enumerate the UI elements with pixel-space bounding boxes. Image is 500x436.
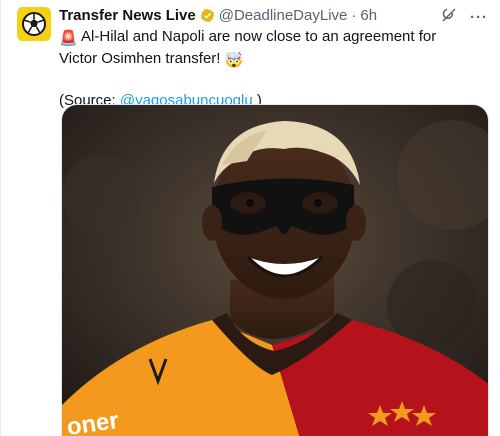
tweet-header: Transfer News Live @DeadlineDayLive · 6h… xyxy=(59,4,488,26)
timestamp[interactable]: 6h xyxy=(360,7,377,24)
siren-emoji: 🚨 xyxy=(59,30,78,47)
tweet-text: 🚨 Al-Hilal and Napoli are now close to a… xyxy=(59,27,477,71)
grok-icon[interactable] xyxy=(440,6,458,28)
tweet-body: Al-Hilal and Napoli are now close to an … xyxy=(59,28,437,67)
display-name[interactable]: Transfer News Live xyxy=(59,7,196,24)
exploding-head-emoji: 🤯 xyxy=(224,52,244,69)
verified-badge-icon xyxy=(200,8,215,23)
header-actions: ··· xyxy=(440,6,488,28)
tweet-media-photo[interactable]: oner xyxy=(61,104,489,436)
handle[interactable]: @DeadlineDayLive xyxy=(219,7,348,24)
player-photo: oner xyxy=(62,105,488,436)
avatar[interactable] xyxy=(17,7,51,41)
separator-dot: · xyxy=(351,6,357,24)
more-options-button[interactable]: ··· xyxy=(470,10,488,25)
football-icon xyxy=(17,7,51,41)
tweet-card[interactable]: Transfer News Live @DeadlineDayLive · 6h… xyxy=(0,0,500,436)
tweet-content: Transfer News Live @DeadlineDayLive · 6h… xyxy=(59,4,488,111)
